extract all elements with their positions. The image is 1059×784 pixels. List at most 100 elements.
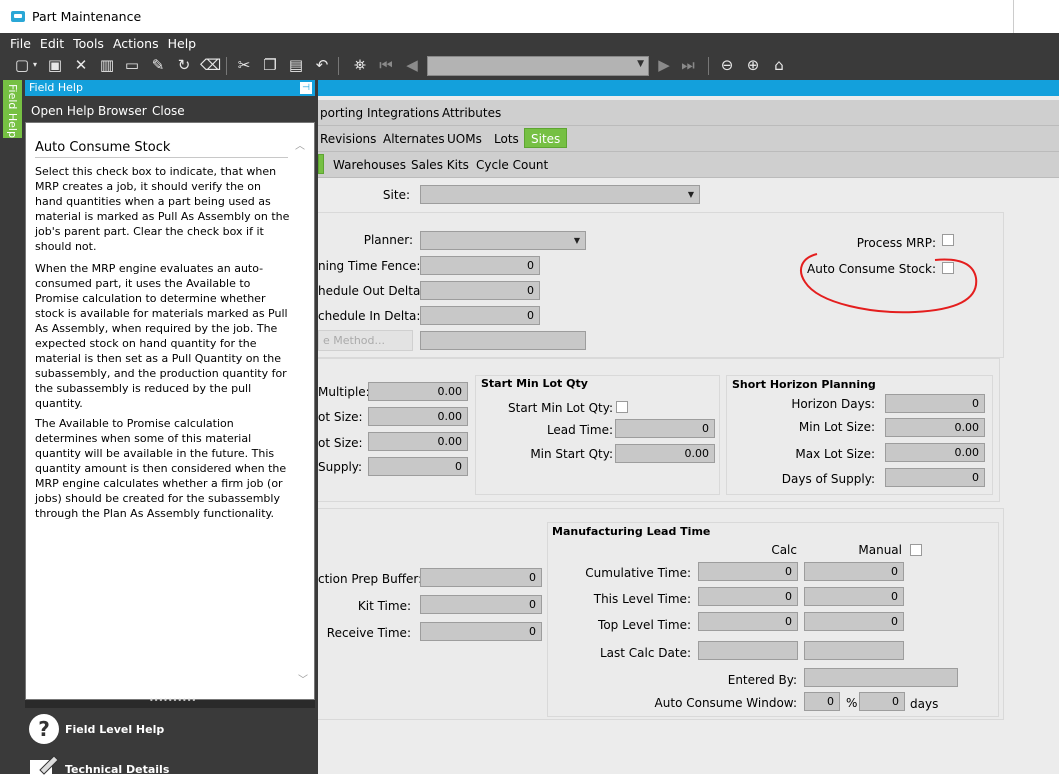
field-help-title: Field Help: [29, 81, 83, 94]
panel-splitter[interactable]: ••••••••••: [25, 696, 315, 708]
question-icon[interactable]: ?: [28, 713, 60, 745]
max-lot-size-field[interactable]: 0.00: [368, 432, 468, 451]
field-help-side-tab[interactable]: Field Help: [3, 80, 22, 138]
lead-time-field[interactable]: 0: [615, 419, 715, 438]
menu-tools[interactable]: Tools: [73, 36, 104, 51]
entered-by-field[interactable]: [804, 668, 958, 687]
this-level-time-manual-field[interactable]: 0: [804, 587, 904, 606]
last-calc-date-field[interactable]: [698, 641, 798, 660]
horizon-max-lot-size-label: Max Lot Size:: [795, 447, 875, 461]
cut-icon[interactable]: ✂: [234, 55, 254, 75]
schedule-in-delta-label: chedule In Delta:: [318, 309, 421, 323]
last-calc-date-manual-field[interactable]: [804, 641, 904, 660]
this-level-time-calc-field[interactable]: 0: [698, 587, 798, 606]
tab-integrations[interactable]: Integrations: [367, 106, 439, 120]
production-prep-buffer-field[interactable]: 0: [420, 568, 542, 587]
tab-uoms[interactable]: UOMs: [447, 132, 482, 146]
save-icon[interactable]: ▣: [45, 55, 65, 75]
last-record-icon[interactable]: ⏭: [678, 55, 698, 75]
technical-details-link[interactable]: Technical Details: [65, 763, 169, 776]
menu-edit[interactable]: Edit: [40, 36, 64, 51]
delete-icon[interactable]: ✕: [71, 55, 91, 75]
back-icon[interactable]: ⊖: [717, 55, 737, 75]
menu-file[interactable]: File: [10, 36, 31, 51]
auto-consume-window-label: Auto Consume Window:: [654, 696, 797, 710]
technical-details-icon[interactable]: [28, 752, 60, 784]
cumulative-time-manual-field[interactable]: 0: [804, 562, 904, 581]
new-icon[interactable]: ▢: [12, 55, 32, 75]
attach-icon[interactable]: ✎: [148, 55, 168, 75]
horizon-days-label: Horizon Days:: [791, 397, 875, 411]
horizon-min-lot-size-field[interactable]: 0.00: [885, 418, 985, 437]
method-field[interactable]: [420, 331, 586, 350]
min-lot-size-label: ot Size:: [318, 410, 363, 424]
menu-help[interactable]: Help: [168, 36, 197, 51]
horizon-days-of-supply-field[interactable]: 0: [885, 468, 985, 487]
undo-icon[interactable]: ↶: [312, 55, 332, 75]
multiple-field[interactable]: 0.00: [368, 382, 468, 401]
multiple-label: Multiple:: [318, 385, 370, 399]
auto-consume-stock-checkbox[interactable]: [942, 262, 954, 274]
manual-checkbox[interactable]: [910, 544, 922, 556]
auto-consume-window-days-field[interactable]: 0: [859, 692, 905, 711]
top-level-time-label: Top Level Time:: [598, 618, 691, 632]
receive-time-field[interactable]: 0: [420, 622, 542, 641]
close-link[interactable]: Close: [152, 104, 185, 118]
schedule-out-delta-field[interactable]: 0: [420, 281, 540, 300]
tab-sites[interactable]: Sites: [524, 128, 568, 148]
planner-combo[interactable]: ▼: [420, 231, 586, 250]
kit-time-field[interactable]: 0: [420, 595, 542, 614]
auto-consume-window-pct-field[interactable]: 0: [804, 692, 840, 711]
search-binoculars-icon[interactable]: ⛯: [350, 55, 370, 75]
tab-attributes[interactable]: Attributes: [442, 106, 501, 120]
pin-icon[interactable]: ⊣: [300, 82, 312, 94]
planning-time-fence-field[interactable]: 0: [420, 256, 540, 275]
schedule-in-delta-field[interactable]: 0: [420, 306, 540, 325]
copy-icon[interactable]: ❐: [260, 55, 280, 75]
tab-warehouses[interactable]: Warehouses: [333, 158, 406, 172]
horizon-days-field[interactable]: 0: [885, 394, 985, 413]
tab-porting[interactable]: porting: [320, 106, 363, 120]
min-lot-size-field[interactable]: 0.00: [368, 407, 468, 426]
chevron-up-icon[interactable]: ︿: [295, 137, 305, 152]
home-icon[interactable]: ⌂: [769, 55, 789, 75]
window-control[interactable]: [1013, 0, 1059, 33]
max-lot-size-label: ot Size:: [318, 436, 363, 450]
record-navigator-combo[interactable]: ▼: [427, 56, 649, 76]
tab-revisions[interactable]: Revisions: [320, 132, 376, 146]
title-bar: Part Maintenance: [0, 0, 1059, 33]
top-level-time-manual-field[interactable]: 0: [804, 612, 904, 631]
tab-sales-kits[interactable]: Sales Kits: [411, 158, 469, 172]
book-icon[interactable]: ▥: [97, 55, 117, 75]
chevron-down-icon[interactable]: ﹀: [298, 671, 308, 686]
field-help-bottom-panel: ? Field Level Help Technical Details: [25, 708, 315, 780]
entered-by-label: Entered By:: [727, 673, 797, 687]
new-dropdown-icon[interactable]: ▾: [30, 55, 40, 75]
start-min-lot-qty-checkbox[interactable]: [616, 401, 628, 413]
percent-symbol: %: [846, 696, 858, 710]
refresh-icon[interactable]: ↻: [174, 55, 194, 75]
days-of-supply-field[interactable]: 0: [368, 457, 468, 476]
short-horizon-planning-title: Short Horizon Planning: [732, 378, 876, 391]
horizon-max-lot-size-field[interactable]: 0.00: [885, 443, 985, 462]
previous-record-icon[interactable]: ◀: [402, 55, 422, 75]
field-level-help-link[interactable]: Field Level Help: [65, 723, 164, 736]
first-record-icon[interactable]: ⏮: [376, 55, 396, 75]
method-button[interactable]: e Method...: [318, 330, 413, 351]
min-start-qty-field[interactable]: 0.00: [615, 444, 715, 463]
paste-icon[interactable]: ▤: [286, 55, 306, 75]
note-icon[interactable]: ▭: [122, 55, 142, 75]
open-help-browser-link[interactable]: Open Help Browser: [31, 104, 147, 118]
menu-actions[interactable]: Actions: [113, 36, 159, 51]
top-level-time-calc-field[interactable]: 0: [698, 612, 798, 631]
forward-icon[interactable]: ⊕: [743, 55, 763, 75]
tab-alternates[interactable]: Alternates: [383, 132, 445, 146]
site-combo[interactable]: ▼: [420, 185, 700, 204]
tab-lots[interactable]: Lots: [494, 132, 519, 146]
process-mrp-checkbox[interactable]: [942, 234, 954, 246]
clear-icon[interactable]: ⌫: [200, 55, 221, 75]
tab-cycle-count[interactable]: Cycle Count: [476, 158, 548, 172]
next-record-icon[interactable]: ▶: [654, 55, 674, 75]
tab-active-edge[interactable]: [318, 154, 324, 174]
cumulative-time-calc-field[interactable]: 0: [698, 562, 798, 581]
